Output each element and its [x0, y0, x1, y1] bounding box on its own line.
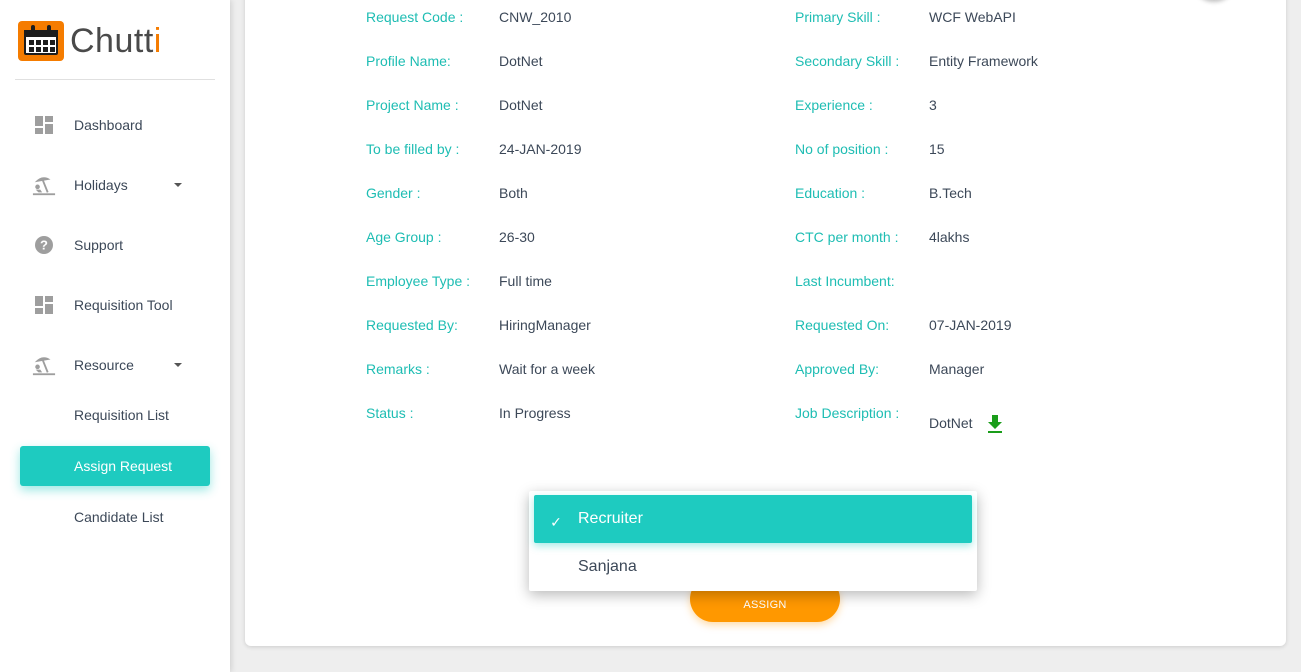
sidebar-item-support[interactable]: ? Support [20, 225, 210, 265]
sidebar: Chutti Dashboard Holidays ? Support Requ… [0, 0, 230, 672]
dropdown-option-label: Sanjana [578, 558, 637, 575]
approved-by-label: Approved By: [795, 361, 880, 377]
sidebar-item-label: Dashboard [74, 117, 143, 133]
filled-by-label: To be filled by : [366, 141, 460, 157]
sidebar-subitem-candidate-list[interactable]: Candidate List [20, 497, 210, 537]
dropdown-option-label: Recruiter [578, 510, 643, 527]
primary-skill-value: WCF WebAPI [929, 9, 1016, 25]
sidebar-subitem-assign-request[interactable]: Assign Request [20, 446, 210, 486]
svg-text:?: ? [40, 238, 48, 253]
dashboard-icon [32, 113, 56, 137]
dashboard-icon [32, 293, 56, 317]
download-icon[interactable] [986, 414, 1004, 434]
gender-label: Gender : [366, 185, 421, 201]
age-group-value: 26-30 [499, 229, 535, 245]
experience-label: Experience : [795, 97, 873, 113]
assign-to-dropdown-menu[interactable]: ✓ Recruiter Sanjana [529, 491, 977, 591]
last-incumbent-label: Last Incumbent: [795, 273, 895, 289]
check-icon: ✓ [550, 513, 562, 530]
education-value: B.Tech [929, 185, 972, 201]
remarks-value: Wait for a week [499, 361, 595, 377]
sidebar-subitem-label: Requisition List [74, 407, 169, 423]
request-code-value: CNW_2010 [499, 9, 572, 25]
job-description-label: Job Description : [795, 405, 900, 421]
gender-value: Both [499, 185, 528, 201]
status-label: Status : [366, 405, 414, 421]
dropdown-option-recruiter[interactable]: ✓ Recruiter [534, 495, 972, 543]
approved-by-value: Manager [929, 361, 985, 377]
caret-down-icon [174, 183, 182, 187]
sidebar-item-requisition-tool[interactable]: Requisition Tool [20, 285, 210, 325]
ctc-value: 4lakhs [929, 229, 970, 245]
project-name-label: Project Name : [366, 97, 459, 113]
requested-by-value: HiringManager [499, 317, 591, 333]
positions-value: 15 [929, 141, 945, 157]
sidebar-subitem-label: Assign Request [74, 458, 173, 474]
status-value: In Progress [499, 405, 571, 421]
sidebar-subitem-requisition-list[interactable]: Requisition List [20, 395, 210, 435]
sidebar-item-label: Requisition Tool [74, 297, 173, 313]
profile-name-value: DotNet [499, 53, 543, 69]
experience-value: 3 [929, 97, 937, 113]
age-group-label: Age Group : [366, 229, 442, 245]
filled-by-value: 24-JAN-2019 [499, 141, 582, 157]
primary-skill-label: Primary Skill : [795, 9, 881, 25]
sidebar-item-holidays[interactable]: Holidays [20, 165, 210, 205]
app-logo[interactable]: Chutti [18, 20, 162, 62]
sidebar-divider [15, 79, 215, 80]
job-description-value: DotNet [929, 415, 973, 431]
secondary-skill-label: Secondary Skill : [795, 53, 900, 69]
calendar-icon [18, 21, 64, 61]
help-icon: ? [32, 233, 56, 257]
caret-down-icon [174, 363, 182, 367]
remarks-label: Remarks : [366, 361, 430, 377]
request-code-label: Request Code : [366, 9, 464, 25]
sidebar-subitem-label: Candidate List [74, 509, 164, 525]
app-name: Chutti [70, 21, 162, 60]
employee-type-value: Full time [499, 273, 552, 289]
sidebar-item-resource[interactable]: Resource [20, 345, 210, 385]
sidebar-item-dashboard[interactable]: Dashboard [20, 105, 210, 145]
project-name-value: DotNet [499, 97, 543, 113]
sidebar-item-label: Holidays [74, 177, 128, 193]
beach-icon [32, 353, 56, 377]
requested-on-label: Requested On: [795, 317, 890, 333]
profile-name-label: Profile Name: [366, 53, 451, 69]
requested-on-value: 07-JAN-2019 [929, 317, 1012, 333]
education-label: Education : [795, 185, 866, 201]
requested-by-label: Requested By: [366, 317, 458, 333]
beach-icon [32, 173, 56, 197]
employee-type-label: Employee Type : [366, 273, 471, 289]
positions-label: No of position : [795, 141, 889, 157]
sidebar-item-label: Support [74, 237, 124, 253]
secondary-skill-value: Entity Framework [929, 53, 1038, 69]
dropdown-option-sanjana[interactable]: Sanjana [534, 543, 972, 591]
ctc-label: CTC per month : [795, 229, 899, 245]
sidebar-item-label: Resource [74, 357, 134, 373]
